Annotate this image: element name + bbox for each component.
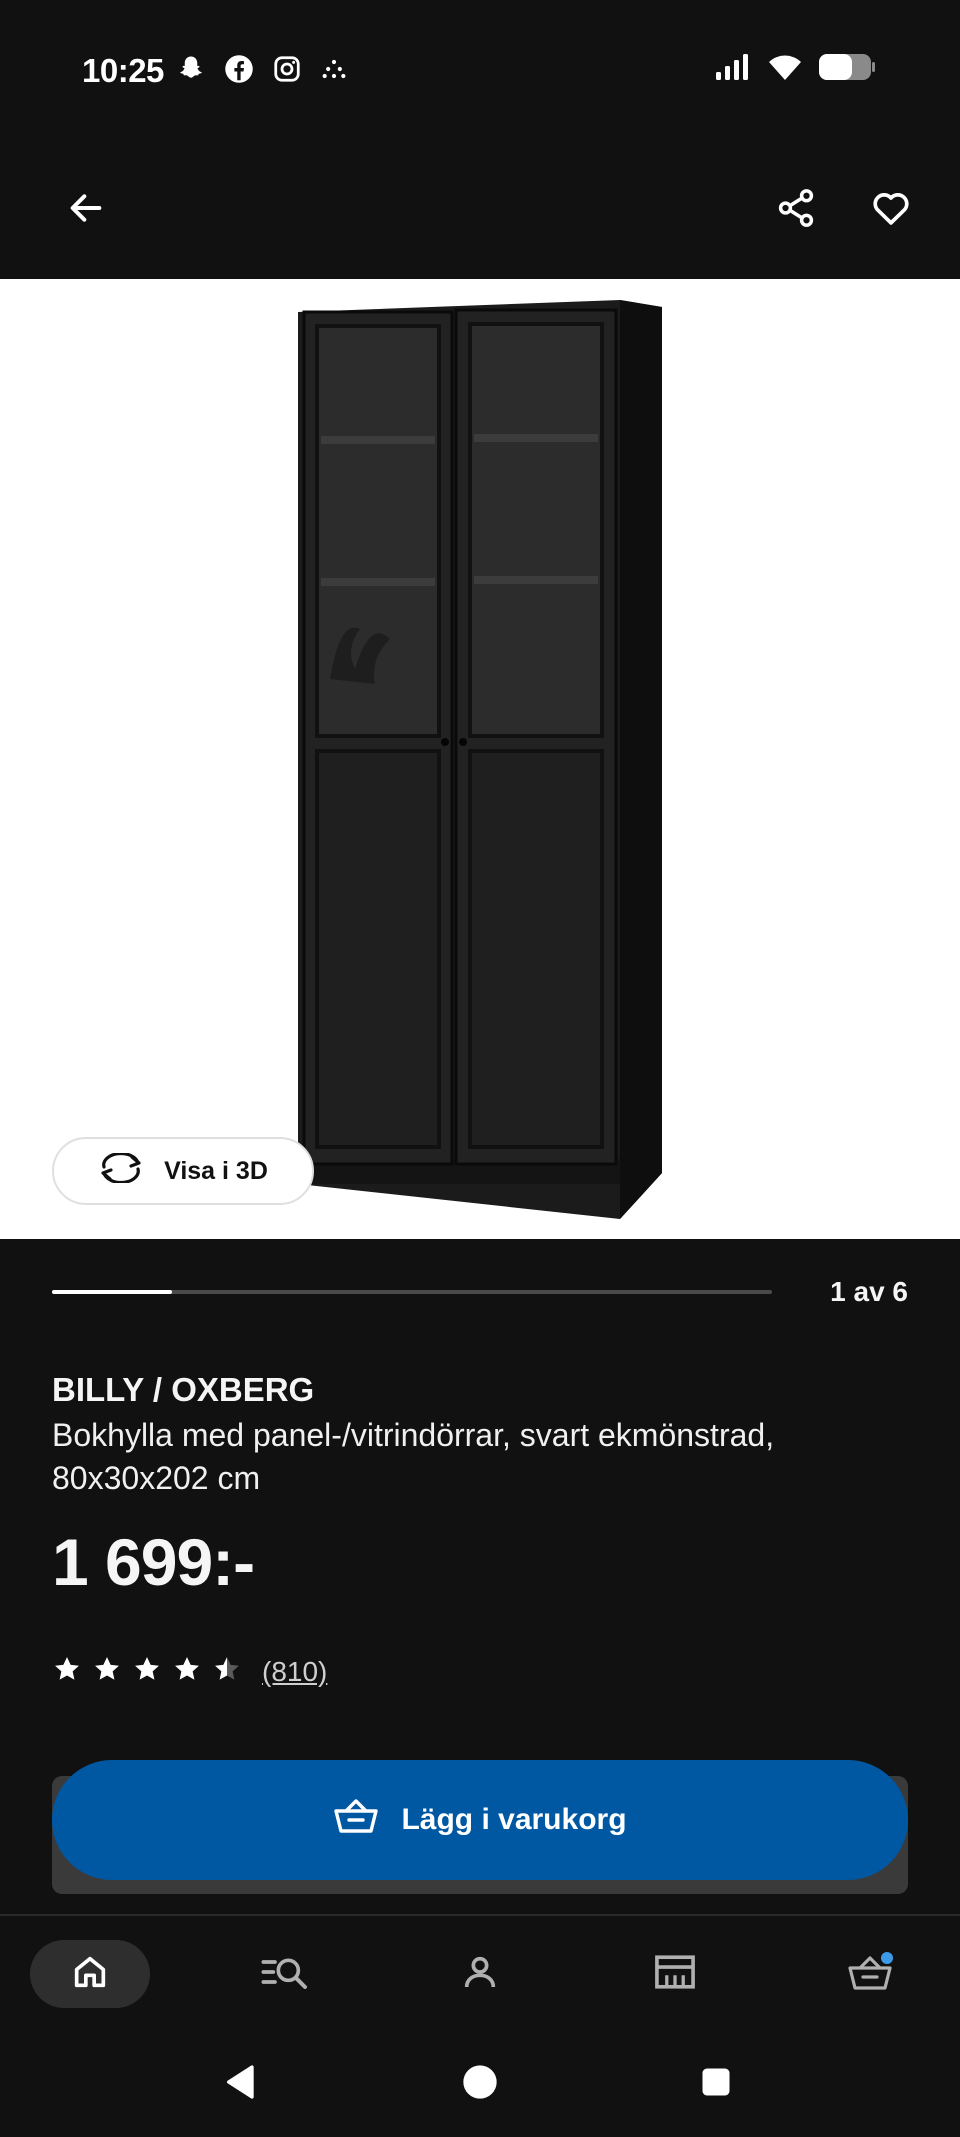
nav-profile[interactable] xyxy=(420,1940,540,2008)
system-navigation-bar xyxy=(0,2034,960,2137)
nav-cart[interactable] xyxy=(810,1940,930,2008)
star-icon xyxy=(92,1654,122,1689)
status-notification-icons xyxy=(176,54,348,89)
rotate-3d-icon xyxy=(98,1151,144,1190)
dots-icon xyxy=(320,55,348,88)
favorite-button[interactable] xyxy=(855,174,927,246)
home-icon xyxy=(70,1952,110,1997)
status-bar: 10:25 xyxy=(0,0,960,142)
person-icon xyxy=(460,1952,500,1997)
product-page: 10:25 Visa i 3D 1 av 6 BILLY / OXBERG Bo… xyxy=(0,0,960,2137)
status-system-icons xyxy=(714,52,876,87)
product-info: BILLY / OXBERG Bokhylla med panel-/vitri… xyxy=(52,1368,912,1602)
product-description: Bokhylla med panel-/vitrindörrar, svart … xyxy=(52,1417,775,1496)
store-icon xyxy=(652,1952,698,1997)
share-button[interactable] xyxy=(760,174,832,246)
triangle-back-icon xyxy=(222,2062,262,2107)
facebook-icon xyxy=(224,54,254,89)
back-button[interactable] xyxy=(50,174,122,246)
snapchat-icon xyxy=(176,54,206,89)
battery-icon xyxy=(818,52,876,87)
system-home-button[interactable] xyxy=(444,2048,516,2120)
product-name: BILLY / OXBERG xyxy=(52,1371,315,1408)
share-icon xyxy=(775,187,817,234)
view-3d-label: Visa i 3D xyxy=(164,1156,268,1185)
circle-home-icon xyxy=(460,2062,500,2107)
product-image-gallery[interactable]: Visa i 3D xyxy=(0,279,960,1239)
app-bar xyxy=(0,142,960,278)
star-icon xyxy=(212,1654,242,1689)
product-image xyxy=(298,300,662,1219)
nav-search[interactable] xyxy=(225,1940,345,2008)
view-3d-button[interactable]: Visa i 3D xyxy=(52,1137,314,1205)
carousel-progress xyxy=(52,1290,173,1294)
system-recents-button[interactable] xyxy=(680,2048,752,2120)
star-rating xyxy=(52,1654,242,1689)
star-icon xyxy=(172,1654,202,1689)
review-count-link[interactable]: (810) xyxy=(262,1656,327,1688)
product-price: 1 699:- xyxy=(52,1525,255,1599)
system-back-button[interactable] xyxy=(206,2048,278,2120)
star-icon xyxy=(132,1654,162,1689)
basket-icon xyxy=(333,1797,379,1843)
wifi-icon xyxy=(766,52,804,87)
bottom-navigation xyxy=(0,1916,960,2034)
star-icon xyxy=(52,1654,82,1689)
rating-row[interactable]: (810) xyxy=(52,1654,327,1689)
nav-store[interactable] xyxy=(615,1940,735,2008)
instagram-icon xyxy=(272,54,302,89)
basket-icon xyxy=(847,1951,893,1997)
image-carousel-indicator: 1 av 6 xyxy=(52,1272,908,1322)
add-to-cart-label: Lägg i varukorg xyxy=(401,1803,627,1836)
square-recents-icon xyxy=(698,2064,734,2105)
status-time: 10:25 xyxy=(82,52,164,89)
add-to-cart-button[interactable]: Lägg i varukorg xyxy=(52,1760,908,1880)
arrow-left-icon xyxy=(66,188,106,233)
carousel-track xyxy=(52,1290,772,1294)
nav-home[interactable] xyxy=(30,1940,150,2008)
search-list-icon xyxy=(260,1952,310,1997)
heart-icon xyxy=(870,187,912,234)
signal-icon xyxy=(714,52,752,87)
carousel-counter: 1 av 6 xyxy=(830,1276,908,1307)
